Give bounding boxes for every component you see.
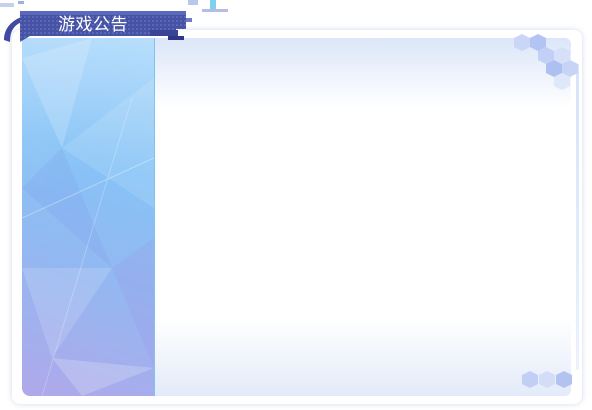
decorative-sidebar xyxy=(22,38,155,396)
hexagon-pattern-icon xyxy=(522,371,572,388)
announcement-dialog: 游戏公告 xyxy=(0,0,592,410)
dialog-title-tab: 游戏公告 xyxy=(0,0,240,50)
dialog-title: 游戏公告 xyxy=(58,15,128,35)
panel-edge-accent xyxy=(576,64,579,370)
crystal-pattern-icon xyxy=(22,38,154,396)
hexagon-pattern-icon xyxy=(514,34,578,90)
